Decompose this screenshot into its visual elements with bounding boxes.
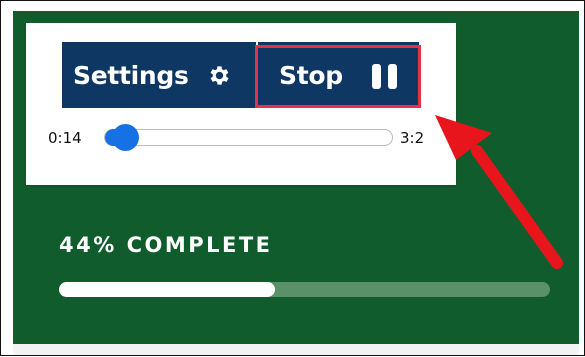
progress-bar <box>59 282 550 297</box>
pause-icon <box>372 64 397 89</box>
settings-button[interactable]: Settings <box>62 42 256 108</box>
playback-slider-thumb[interactable] <box>111 124 139 151</box>
progress-bar-fill <box>59 282 276 297</box>
stop-button[interactable]: Stop <box>258 42 419 108</box>
settings-button-label: Settings <box>73 60 189 90</box>
total-time: 3:2 <box>400 129 425 147</box>
stop-button-label: Stop <box>279 60 343 90</box>
gear-icon <box>207 63 232 88</box>
audio-player-popup: Settings Stop 0:14 3:2 <box>26 23 456 185</box>
progress-label: 44% COMPLETE <box>59 233 273 257</box>
page-footer-strip <box>13 344 579 355</box>
current-time: 0:14 <box>48 129 82 147</box>
playback-slider[interactable] <box>104 124 393 151</box>
screenshot-frame: 44% COMPLETE Settings Stop 0:14 3:2 <box>0 0 585 356</box>
